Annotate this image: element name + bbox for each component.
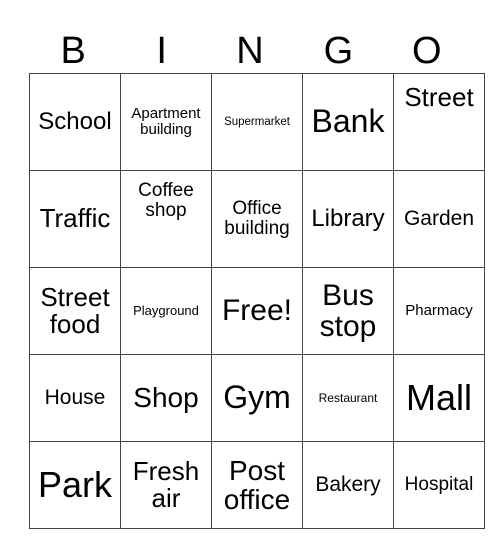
header-letter-n: N	[236, 30, 264, 72]
bingo-row: Traffic Coffee shop Office building Libr…	[29, 170, 485, 268]
bingo-cell[interactable]: Office building	[211, 170, 303, 268]
header-letter-i: I	[156, 30, 167, 72]
bingo-cell[interactable]: Garden	[393, 170, 485, 268]
header-letter-g: G	[323, 30, 354, 72]
bingo-cell[interactable]: Library	[302, 170, 394, 268]
bingo-cell[interactable]: School	[29, 73, 121, 171]
bingo-cell[interactable]: Street food	[29, 267, 121, 355]
bingo-header: B I N G O	[29, 30, 471, 73]
bingo-cell[interactable]: Street	[393, 73, 485, 171]
bingo-cell[interactable]: Park	[29, 441, 121, 529]
bingo-cell[interactable]: Gym	[211, 354, 303, 442]
bingo-row: Street food Playground Free! Bus stop Ph…	[29, 267, 485, 355]
bingo-cell[interactable]: Hospital	[393, 441, 485, 529]
bingo-cell[interactable]: Shop	[120, 354, 212, 442]
bingo-cell[interactable]: Post office	[211, 441, 303, 529]
header-letter-b: B	[60, 30, 86, 72]
bingo-cell[interactable]: Bakery	[302, 441, 394, 529]
bingo-cell[interactable]: Mall	[393, 354, 485, 442]
bingo-cell[interactable]: Playground	[120, 267, 212, 355]
bingo-cell[interactable]: Supermarket	[211, 73, 303, 171]
bingo-cell[interactable]: Bus stop	[302, 267, 394, 355]
bingo-cell[interactable]: Bank	[302, 73, 394, 171]
bingo-cell[interactable]: Apartment building	[120, 73, 212, 171]
bingo-cell[interactable]: Fresh air	[120, 441, 212, 529]
bingo-row: School Apartment building Supermarket Ba…	[29, 73, 485, 171]
bingo-card: School Apartment building Supermarket Ba…	[29, 73, 485, 529]
bingo-cell[interactable]: Restaurant	[302, 354, 394, 442]
bingo-row: Park Fresh air Post office Bakery Hospit…	[29, 441, 485, 529]
bingo-cell[interactable]: Traffic	[29, 170, 121, 268]
bingo-cell[interactable]: Coffee shop	[120, 170, 212, 268]
bingo-cell[interactable]: House	[29, 354, 121, 442]
bingo-cell[interactable]: Pharmacy	[393, 267, 485, 355]
bingo-cell-free[interactable]: Free!	[211, 267, 303, 355]
bingo-row: House Shop Gym Restaurant Mall	[29, 354, 485, 442]
header-letter-o: O	[412, 30, 442, 72]
